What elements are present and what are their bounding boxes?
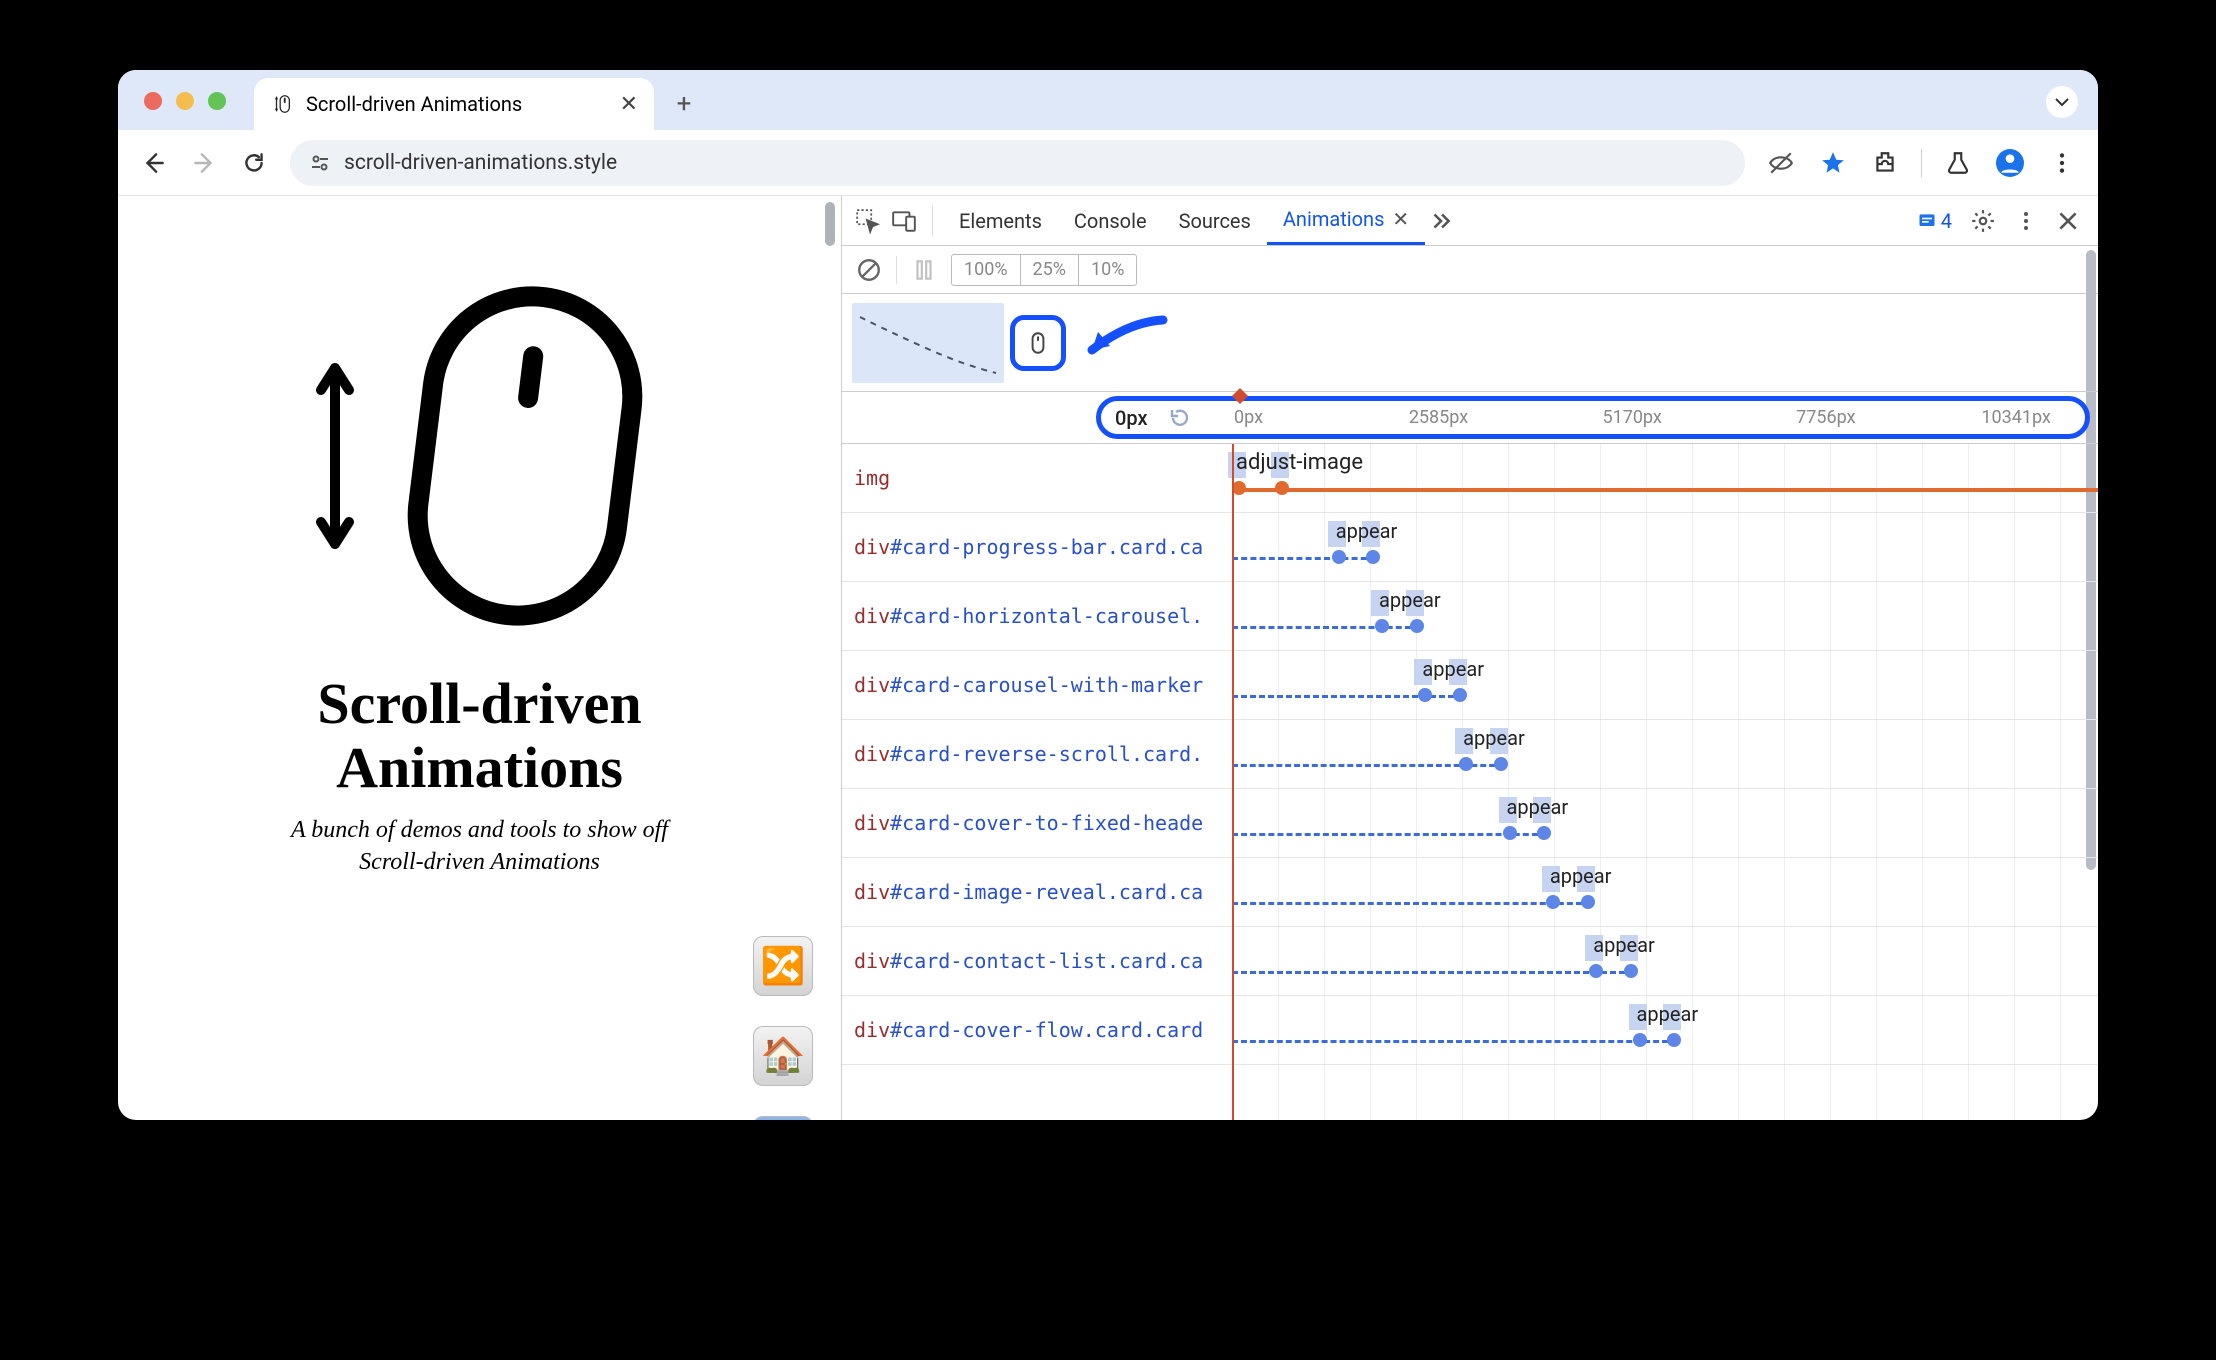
device-toolbar-icon[interactable] xyxy=(886,203,922,239)
content-area: Scroll-driven Animations A bunch of demo… xyxy=(118,196,2098,1120)
animation-name: appear xyxy=(1507,795,1569,819)
animation-filmstrip xyxy=(842,294,2098,392)
address-bar[interactable]: scroll-driven-animations.style xyxy=(290,140,1745,186)
browser-toolbar: scroll-driven-animations.style xyxy=(118,130,2098,196)
animation-name: appear xyxy=(1463,726,1525,750)
speed-selector[interactable]: 100% 25% 10% xyxy=(951,254,1137,286)
browser-window: Scroll-driven Animations ✕ + scroll-driv… xyxy=(118,70,2098,1120)
new-tab-button[interactable]: + xyxy=(664,84,704,124)
reload-button[interactable] xyxy=(232,141,276,185)
animation-name: appear xyxy=(1336,519,1398,543)
playhead-icon[interactable] xyxy=(1232,388,1248,404)
maximize-window-icon[interactable] xyxy=(208,92,226,110)
home-button[interactable]: 🏠 xyxy=(753,1026,813,1086)
animation-controls: 100% 25% 10% xyxy=(842,246,2098,294)
element-selector[interactable]: div#card-horizontal-carousel. xyxy=(842,604,1232,628)
element-selector[interactable]: img xyxy=(842,466,1232,490)
devtools-tabs: Elements Console Sources Animations✕ 4 xyxy=(842,196,2098,246)
element-selector[interactable]: div#card-cover-to-fixed-heade xyxy=(842,811,1232,835)
current-position: 0px xyxy=(1115,406,1148,430)
hero-image xyxy=(305,276,655,636)
window-controls xyxy=(144,92,226,110)
tab-elements[interactable]: Elements xyxy=(943,196,1058,245)
close-tab-icon[interactable]: ✕ xyxy=(620,92,638,117)
back-button[interactable] xyxy=(132,141,176,185)
forward-button[interactable] xyxy=(182,141,226,185)
minimize-window-icon[interactable] xyxy=(176,92,194,110)
tab-sources[interactable]: Sources xyxy=(1163,196,1267,245)
browser-menu-button[interactable] xyxy=(2040,141,2084,185)
timeline-row[interactable]: imgadjust-image xyxy=(842,444,2098,513)
element-selector[interactable]: div#card-progress-bar.card.ca xyxy=(842,535,1232,559)
info-button[interactable]: i xyxy=(753,1116,813,1120)
animation-name: appear xyxy=(1593,933,1655,957)
element-selector[interactable]: div#card-cover-flow.card.card xyxy=(842,1018,1232,1042)
element-selector[interactable]: div#card-reverse-scroll.card. xyxy=(842,742,1232,766)
timeline-row[interactable]: div#card-contact-list.card.ca appear xyxy=(842,927,2098,996)
clear-icon[interactable] xyxy=(854,248,884,292)
timeline-row[interactable]: div#card-cover-to-fixed-heade appear xyxy=(842,789,2098,858)
page-subtitle: A bunch of demos and tools to show off S… xyxy=(291,814,668,879)
devtools-menu-icon[interactable] xyxy=(2014,199,2038,243)
playhead-line[interactable] xyxy=(1232,444,1234,1120)
devtools-panel: Elements Console Sources Animations✕ 4 xyxy=(841,196,2098,1120)
favicon-icon xyxy=(270,92,294,116)
scroll-driven-indicator[interactable] xyxy=(1010,315,1066,371)
close-window-icon[interactable] xyxy=(144,92,162,110)
tab-console[interactable]: Console xyxy=(1058,196,1163,245)
timeline-row[interactable]: div#card-image-reveal.card.ca appear xyxy=(842,858,2098,927)
animation-name: adjust-image xyxy=(1236,450,1363,475)
page-title: Scroll-driven Animations xyxy=(317,672,641,800)
avatar-icon xyxy=(1996,149,2024,177)
element-selector[interactable]: div#card-contact-list.card.ca xyxy=(842,949,1232,973)
timeline-row[interactable]: div#card-progress-bar.card.ca appear xyxy=(842,513,2098,582)
timeline-row[interactable]: div#card-reverse-scroll.card. appear xyxy=(842,720,2098,789)
timeline-row[interactable]: div#card-carousel-with-marker appear xyxy=(842,651,2098,720)
tab-title: Scroll-driven Animations xyxy=(306,92,522,116)
profile-button[interactable] xyxy=(1988,141,2032,185)
page-fabs: 🔀 🏠 i xyxy=(753,936,813,1120)
element-selector[interactable]: div#card-image-reveal.card.ca xyxy=(842,880,1232,904)
url-text: scroll-driven-animations.style xyxy=(344,151,617,175)
site-settings-icon[interactable] xyxy=(308,151,332,175)
toolbar-divider xyxy=(1921,149,1922,177)
animation-name: appear xyxy=(1550,864,1612,888)
browser-tab[interactable]: Scroll-driven Animations ✕ xyxy=(254,78,654,130)
replay-icon[interactable] xyxy=(1168,406,1192,430)
page-viewport[interactable]: Scroll-driven Animations A bunch of demo… xyxy=(118,196,841,1120)
more-tabs-icon[interactable] xyxy=(1425,199,1457,243)
timeline-row[interactable]: div#card-horizontal-carousel. appear xyxy=(842,582,2098,651)
page-scrollbar[interactable] xyxy=(825,202,835,246)
animation-timeline[interactable]: imgadjust-imagediv#card-progress-bar.car… xyxy=(842,444,2098,1120)
labs-icon[interactable] xyxy=(1936,141,1980,185)
animation-name: appear xyxy=(1379,588,1441,612)
annotation-arrow-icon xyxy=(1078,310,1168,366)
shuffle-button[interactable]: 🔀 xyxy=(753,936,813,996)
tab-strip: Scroll-driven Animations ✕ + xyxy=(118,70,2098,130)
issues-badge[interactable]: 4 xyxy=(1917,209,1952,233)
pause-icon[interactable] xyxy=(909,248,939,292)
element-selector[interactable]: div#card-carousel-with-marker xyxy=(842,673,1232,697)
incognito-blocked-icon[interactable] xyxy=(1759,141,1803,185)
animation-name: appear xyxy=(1422,657,1484,681)
tab-animations[interactable]: Animations✕ xyxy=(1267,196,1425,245)
bookmark-star-icon[interactable] xyxy=(1811,141,1855,185)
inspect-element-icon[interactable] xyxy=(850,203,886,239)
timeline-row[interactable]: div#card-cover-flow.card.card appear xyxy=(842,996,2098,1065)
close-devtools-icon[interactable] xyxy=(2054,199,2082,243)
animation-name: appear xyxy=(1637,1002,1699,1026)
tab-list-button[interactable] xyxy=(2046,86,2078,118)
animation-clip[interactable] xyxy=(852,303,1004,383)
extensions-icon[interactable] xyxy=(1863,141,1907,185)
close-icon[interactable]: ✕ xyxy=(1392,207,1409,231)
ruler-ticks: 0px 2585px 5170px 7756px 10341px xyxy=(1232,392,2074,443)
settings-icon[interactable] xyxy=(1968,199,1998,243)
timeline-ruler[interactable]: 0px 0px 2585px 5170px 7756px 10341px xyxy=(842,392,2098,444)
